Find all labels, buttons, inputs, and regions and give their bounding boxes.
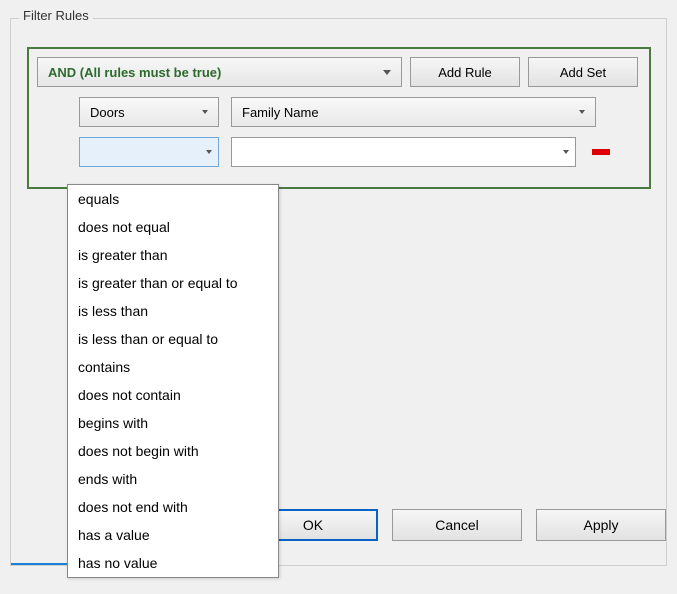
chevron-down-icon	[202, 110, 208, 114]
operator-option[interactable]: equals	[68, 185, 278, 213]
cancel-button[interactable]: Cancel	[392, 509, 522, 541]
operator-option[interactable]: is less than or equal to	[68, 325, 278, 353]
and-row: AND (All rules must be true) Add Rule Ad…	[37, 57, 638, 87]
operator-option[interactable]: is less than	[68, 297, 278, 325]
operator-option[interactable]: is greater than or equal to	[68, 269, 278, 297]
operator-option[interactable]: does not equal	[68, 213, 278, 241]
operator-option[interactable]: has a value	[68, 521, 278, 549]
operator-option[interactable]: begins with	[68, 409, 278, 437]
operator-dropdown-list[interactable]: equals does not equal is greater than is…	[67, 184, 279, 578]
add-rule-button[interactable]: Add Rule	[410, 57, 520, 87]
operator-option[interactable]: is greater than	[68, 241, 278, 269]
divider-accent	[11, 563, 69, 565]
category-row: Doors Family Name	[79, 97, 596, 127]
operator-option[interactable]: ends with	[68, 465, 278, 493]
apply-button[interactable]: Apply	[536, 509, 666, 541]
operator-option[interactable]: does not begin with	[68, 437, 278, 465]
category-select-label: Doors	[90, 105, 125, 120]
chevron-down-icon	[206, 150, 212, 154]
value-select[interactable]	[231, 137, 576, 167]
operator-select[interactable]	[79, 137, 219, 167]
operator-option[interactable]: does not contain	[68, 381, 278, 409]
chevron-down-icon	[563, 150, 569, 154]
chevron-down-icon	[579, 110, 585, 114]
dialog-button-bar: OK Cancel Apply	[248, 509, 666, 541]
operator-option[interactable]: has no value	[68, 549, 278, 577]
parameter-select-label: Family Name	[242, 105, 319, 120]
rules-panel: AND (All rules must be true) Add Rule Ad…	[27, 47, 651, 189]
logic-select[interactable]: AND (All rules must be true)	[37, 57, 402, 87]
chevron-down-icon	[383, 70, 391, 75]
logic-select-label: AND (All rules must be true)	[48, 65, 221, 80]
operator-option[interactable]: contains	[68, 353, 278, 381]
parameter-select[interactable]: Family Name	[231, 97, 596, 127]
operator-row	[79, 137, 610, 167]
add-set-button[interactable]: Add Set	[528, 57, 638, 87]
remove-rule-icon[interactable]	[592, 149, 610, 155]
operator-option[interactable]: does not end with	[68, 493, 278, 521]
group-title: Filter Rules	[19, 8, 93, 23]
category-select[interactable]: Doors	[79, 97, 219, 127]
